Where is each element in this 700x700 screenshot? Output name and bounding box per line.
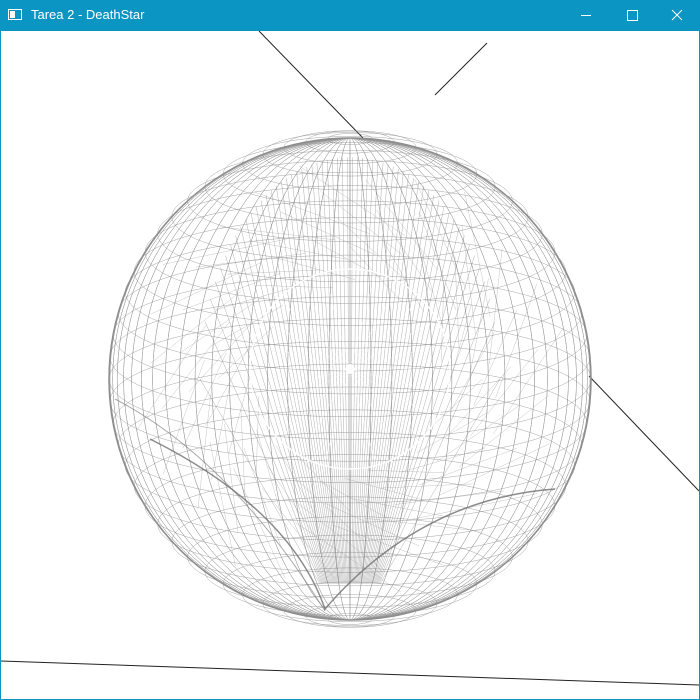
superlaser-dish — [249, 268, 451, 470]
app-window: Tarea 2 - DeathStar — [0, 0, 700, 700]
title-bar[interactable]: Tarea 2 - DeathStar — [0, 0, 700, 31]
maximize-icon — [627, 10, 638, 21]
close-button[interactable] — [654, 0, 700, 31]
window-title: Tarea 2 - DeathStar — [31, 7, 145, 22]
window-icon[interactable] — [8, 9, 22, 20]
close-icon — [671, 9, 683, 21]
maximize-button[interactable] — [609, 0, 655, 31]
minimize-icon — [581, 15, 591, 16]
minimize-button[interactable] — [563, 0, 609, 31]
render-canvas[interactable] — [1, 31, 699, 699]
death-star-scene — [1, 31, 699, 686]
